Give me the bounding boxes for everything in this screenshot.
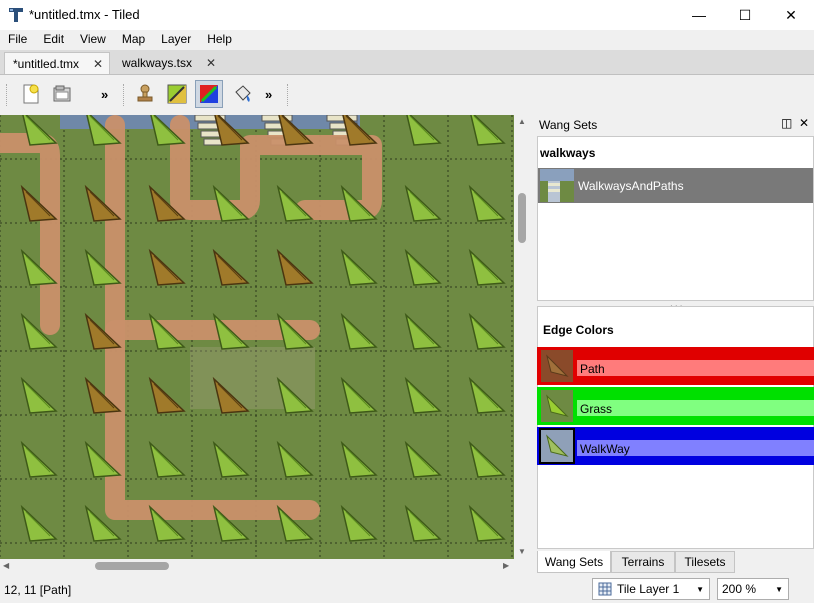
terrain-brush-button[interactable] (163, 80, 191, 108)
edge-color-label-bg (577, 400, 814, 416)
walkway-swatch-icon (539, 428, 575, 464)
map-vertical-scrollbar[interactable]: ▲ ▼ (514, 115, 530, 559)
close-tab-icon[interactable]: ✕ (206, 56, 216, 70)
close-tab-icon[interactable]: ✕ (93, 57, 103, 71)
close-window-button[interactable]: ✕ (768, 0, 814, 30)
tab-walkways-tsx[interactable]: walkways.tsx ✕ (114, 52, 220, 74)
chevron-down-icon: ▼ (696, 584, 704, 594)
tab-label: *untitled.tmx (13, 56, 80, 71)
edge-color-row-path[interactable]: Path (537, 347, 814, 385)
wang-set-thumbnail-icon (540, 169, 574, 202)
scroll-up-icon[interactable]: ▲ (518, 117, 526, 126)
bucket-fill-button[interactable] (229, 80, 257, 108)
wang-set-list: walkways WalkwaysAndPaths (537, 136, 814, 301)
tab-untitled-tmx[interactable]: *untitled.tmx ✕ (4, 52, 110, 74)
tab-wang-sets[interactable]: Wang Sets (537, 551, 611, 573)
layer-selector[interactable]: Tile Layer 1 ▼ (592, 578, 710, 600)
toolbar-overflow-left[interactable]: » (101, 87, 108, 102)
menu-view[interactable]: View (72, 30, 114, 50)
menu-map[interactable]: Map (114, 30, 153, 50)
edge-color-label: Path (580, 362, 605, 376)
dock-float-icon[interactable]: ◫ (781, 116, 792, 130)
dock-title: Wang Sets (539, 118, 598, 132)
open-folder-icon (53, 85, 71, 102)
toolbar: » » (0, 76, 814, 114)
zoom-selector[interactable]: 200 % ▼ (717, 578, 789, 600)
vertical-scroll-thumb[interactable] (518, 193, 526, 243)
edge-colors-title: Edge Colors (543, 323, 614, 337)
new-file-icon (23, 84, 39, 104)
edge-color-label-bg (577, 360, 814, 376)
layer-name: Tile Layer 1 (617, 582, 680, 596)
zoom-value[interactable]: 200 % (722, 582, 775, 596)
chevron-down-icon: ▼ (775, 584, 783, 594)
toolbar-grip (6, 84, 9, 106)
splitter-handle[interactable]: · · · (670, 301, 684, 310)
tileset-name: walkways (540, 146, 596, 160)
window-title: *untitled.tmx - Tiled (29, 7, 140, 22)
terrain-brush-icon (167, 84, 187, 104)
stamp-icon (137, 84, 153, 102)
open-file-button[interactable] (48, 80, 76, 108)
menu-bar: File Edit View Map Layer Help (0, 30, 814, 50)
map-horizontal-scrollbar[interactable]: ◀ ▶ (0, 559, 514, 573)
menu-file[interactable]: File (0, 30, 35, 50)
path-swatch-icon (539, 348, 575, 384)
new-map-button[interactable] (17, 80, 45, 108)
tiled-app-icon (9, 8, 23, 22)
edge-color-label: WalkWay (580, 442, 630, 456)
toolbar-grip (287, 84, 290, 106)
wang-set-label: WalkwaysAndPaths (578, 179, 684, 193)
edge-color-label: Grass (580, 402, 613, 416)
edge-color-row-walkway[interactable]: WalkWay (537, 427, 814, 465)
menu-layer[interactable]: Layer (153, 30, 199, 50)
bucket-fill-icon (235, 85, 251, 102)
map-canvas[interactable] (0, 115, 514, 559)
scroll-left-icon[interactable]: ◀ (3, 561, 9, 570)
menu-help[interactable]: Help (199, 30, 240, 50)
maximize-button[interactable]: ☐ (722, 0, 768, 30)
dock-close-icon[interactable]: ✕ (799, 116, 809, 130)
menu-edit[interactable]: Edit (35, 30, 72, 50)
title-bar: *untitled.tmx - Tiled — ☐ ✕ (0, 0, 814, 30)
cursor-position: 12, 11 [Path] (4, 583, 72, 597)
tab-tilesets[interactable]: Tilesets (675, 551, 735, 573)
edge-color-row-grass[interactable]: Grass (537, 387, 814, 425)
tile-layer-icon (598, 582, 612, 596)
toolbar-grip (123, 84, 126, 106)
tab-label: walkways.tsx (122, 56, 193, 70)
toolbar-overflow-right[interactable]: » (265, 87, 272, 102)
wang-set-row[interactable]: WalkwaysAndPaths (538, 168, 813, 203)
scroll-right-icon[interactable]: ▶ (503, 561, 509, 570)
document-tab-bar: *untitled.tmx ✕ walkways.tsx ✕ (0, 50, 814, 75)
stamp-brush-button[interactable] (131, 80, 159, 108)
tile-map[interactable] (0, 115, 514, 559)
tab-terrains[interactable]: Terrains (611, 551, 675, 573)
horizontal-scroll-thumb[interactable] (95, 562, 169, 570)
wang-brush-icon (200, 85, 218, 103)
grass-swatch-icon (539, 388, 575, 424)
minimize-button[interactable]: — (676, 0, 722, 30)
scroll-down-icon[interactable]: ▼ (518, 547, 526, 556)
wang-brush-button[interactable] (195, 80, 223, 108)
